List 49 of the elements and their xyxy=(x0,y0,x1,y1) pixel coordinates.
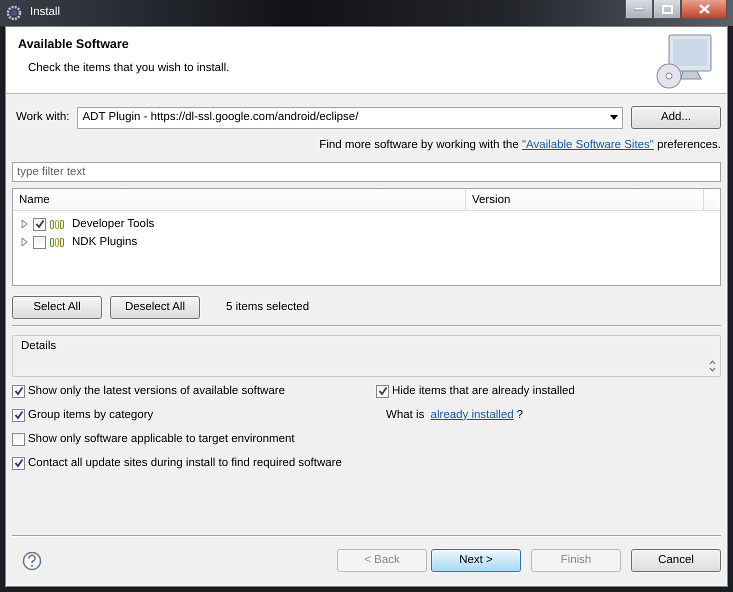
sites-link[interactable]: "Available Software Sites" xyxy=(522,139,654,151)
dialog-button[interactable]: Cancel xyxy=(631,549,721,572)
maximize-icon xyxy=(662,4,672,14)
option-label[interactable]: Show only the latest versions of available software xyxy=(28,382,285,400)
help-icon[interactable] xyxy=(22,550,42,570)
filter-field[interactable]: type filter text xyxy=(12,162,721,182)
dialog-button[interactable]: Next > xyxy=(431,549,521,572)
category-icon xyxy=(50,238,64,247)
window-title: Install xyxy=(30,5,60,20)
page-title: Available Software xyxy=(18,36,130,53)
checkbox[interactable] xyxy=(12,432,25,446)
checkbox[interactable] xyxy=(33,236,46,249)
add-button[interactable]: Add... xyxy=(631,106,721,129)
field-label: Work with: xyxy=(16,110,70,125)
maximize-button[interactable] xyxy=(653,0,681,19)
checkbox[interactable] xyxy=(12,384,25,398)
minimize-icon xyxy=(634,7,644,11)
dialog-button: Finish xyxy=(531,549,621,572)
column-header[interactable]: Version xyxy=(466,189,704,210)
selection-count: 5 items selected xyxy=(226,300,310,316)
tree-item-label[interactable]: Developer Tools xyxy=(72,216,154,233)
installed-link[interactable]: already installed xyxy=(430,406,514,424)
selection-button[interactable]: Select All xyxy=(12,296,102,320)
close-icon xyxy=(698,4,710,14)
option-label[interactable]: Group items by category xyxy=(28,406,154,424)
expand-arrow-icon[interactable] xyxy=(21,238,29,246)
dropdown-arrow-icon xyxy=(610,115,618,120)
category-icon xyxy=(50,220,64,229)
page-description: Check the items that you wish to install. xyxy=(28,60,230,76)
option-label[interactable]: Hide items that are already installed xyxy=(392,382,575,400)
tree-item-label[interactable]: NDK Plugins xyxy=(72,234,138,251)
checkbox[interactable] xyxy=(376,384,389,398)
hint-text: Find more software by working with the "Available Software Sites" preferences. xyxy=(318,138,721,153)
site-dropdown[interactable]: ADT Plugin - https://dl-ssl.google.com/android/eclipse/ xyxy=(77,106,623,128)
details-label: Details xyxy=(21,340,56,352)
gear-icon xyxy=(6,5,22,21)
minimize-button[interactable] xyxy=(625,0,653,19)
column-header[interactable]: Name xyxy=(13,189,466,210)
selection-button[interactable]: Deselect All xyxy=(110,296,200,320)
checkbox[interactable] xyxy=(12,456,25,470)
expand-arrow-icon[interactable] xyxy=(21,220,29,228)
checkbox[interactable] xyxy=(33,218,46,231)
checkbox[interactable] xyxy=(12,408,25,422)
option-label[interactable]: Contact all update sites during install to find required software xyxy=(28,454,342,472)
scroll-arrows-icon[interactable] xyxy=(709,360,716,372)
dialog-button: < Back xyxy=(337,549,427,572)
option-label[interactable]: Show only software applicable to target environment xyxy=(28,430,295,448)
info-text: What is already installed ? xyxy=(376,403,575,428)
close-button[interactable] xyxy=(681,0,727,19)
